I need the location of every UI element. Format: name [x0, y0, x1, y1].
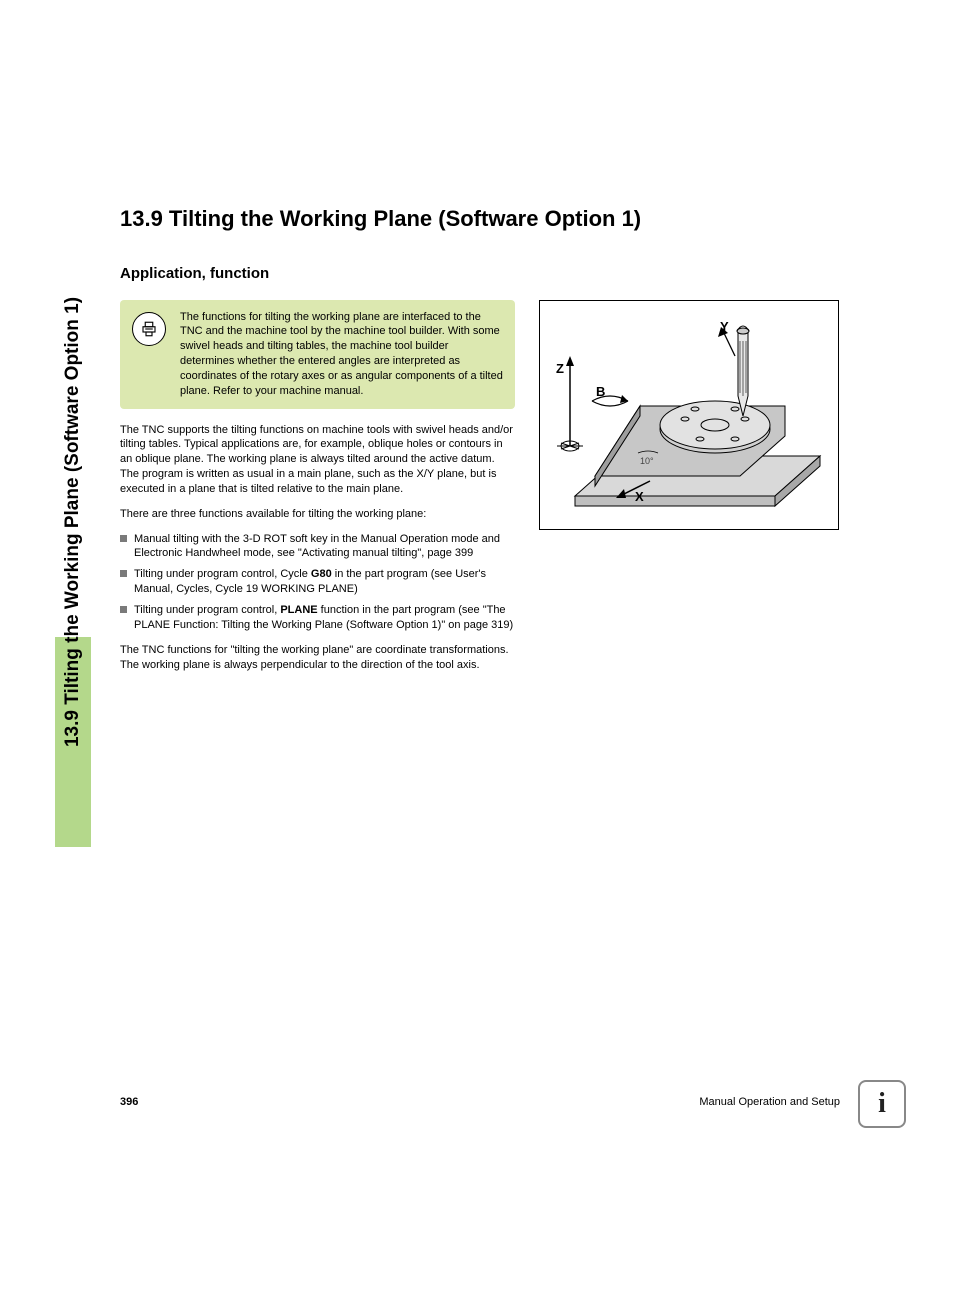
list-text: Tilting under program control, [134, 604, 280, 616]
info-badge: i [858, 1080, 906, 1128]
page-content: 13.9 Tilting the Working Plane (Software… [120, 205, 840, 682]
section-title: Application, function [120, 265, 840, 282]
side-tab: 13.9 Tilting the Working Plane (Software… [55, 197, 91, 847]
list-bold: G80 [311, 568, 332, 580]
bullet-list: Manual tilting with the 3-D ROT soft key… [120, 532, 515, 633]
list-item: Manual tilting with the 3-D ROT soft key… [120, 532, 515, 562]
callout-text: The functions for tilting the working pl… [180, 310, 503, 399]
page-title: 13.9 Tilting the Working Plane (Software… [164, 205, 840, 233]
page-footer: 396 Manual Operation and Setup [120, 1096, 840, 1108]
angle-label: 10° [640, 456, 654, 466]
paragraph: The TNC supports the tilting functions o… [120, 423, 515, 497]
right-column: Z Y B X 10° [539, 300, 839, 530]
axis-z-label: Z [556, 361, 564, 376]
machine-note-callout: The functions for tilting the working pl… [120, 300, 515, 409]
axis-b-label: B [596, 384, 605, 399]
paragraph: The TNC functions for "tilting the worki… [120, 643, 515, 673]
list-text: Tilting under program control, Cycle [134, 568, 311, 580]
paragraph: There are three functions available for … [120, 507, 515, 522]
machine-icon [132, 312, 166, 346]
axis-y-label: Y [720, 319, 729, 334]
axis-x-label: X [635, 489, 644, 504]
info-icon: i [878, 1088, 886, 1120]
page-number: 396 [120, 1096, 138, 1108]
list-bold: PLANE [280, 604, 317, 616]
tilting-plane-figure: Z Y B X 10° [539, 300, 839, 530]
left-column: The functions for tilting the working pl… [120, 300, 515, 683]
footer-section: Manual Operation and Setup [699, 1096, 840, 1108]
list-item: Tilting under program control, PLANE fun… [120, 603, 515, 633]
list-item: Tilting under program control, Cycle G80… [120, 567, 515, 597]
